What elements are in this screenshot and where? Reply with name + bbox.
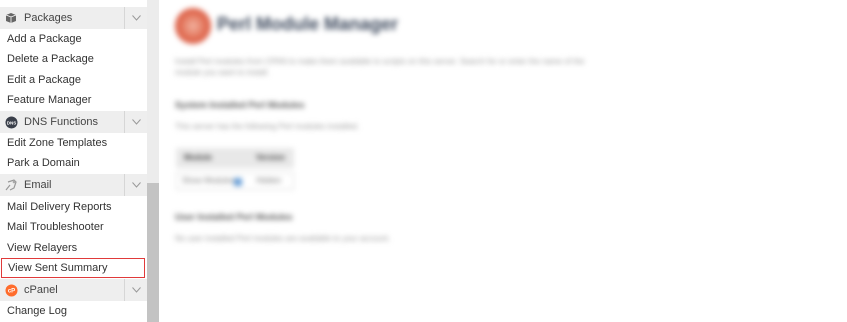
user-installed-heading: User Installed Perl Modules [175, 212, 293, 222]
user-installed-text: No user installed Perl modules are avail… [175, 234, 391, 243]
table-header-cell: Version [256, 153, 285, 162]
sidebar-item-view-sent-summary[interactable]: View Sent Summary [1, 258, 145, 278]
svg-text:cP: cP [7, 288, 14, 294]
sidebar-section-packages[interactable]: Packages [0, 7, 147, 29]
table-cell: Hidden [256, 176, 282, 185]
section-title: Email [24, 179, 52, 191]
sidebar-scrollbar-thumb[interactable] [147, 183, 159, 322]
package-icon [4, 11, 18, 25]
sidebar-section-cpanel[interactable]: cP cPanel [0, 279, 147, 301]
chevron-down-icon[interactable] [124, 7, 148, 29]
sidebar: Packages Add a Package Delete a Package … [0, 0, 147, 322]
page-title: Perl Module Manager [217, 14, 399, 34]
sidebar-item-mail-troubleshooter[interactable]: Mail Troubleshooter [0, 217, 147, 237]
section-title: cPanel [24, 284, 58, 296]
installed-text: This server has the following Perl modul… [175, 122, 360, 131]
sidebar-item-edit-a-package[interactable]: Edit a Package [0, 70, 147, 90]
sidebar-item-change-log[interactable]: Change Log [0, 301, 147, 321]
chevron-down-icon[interactable] [124, 111, 148, 133]
perl-module-logo-icon [175, 8, 211, 44]
chevron-down-icon[interactable] [124, 279, 148, 301]
table-cell[interactable]: Show Modules [182, 176, 234, 185]
svg-text:DNS: DNS [6, 120, 16, 125]
section-title: DNS Functions [24, 116, 98, 128]
email-icon [4, 178, 18, 192]
table-header-cell: Module [184, 153, 212, 162]
info-icon [234, 178, 242, 186]
sidebar-item-delete-a-package[interactable]: Delete a Package [0, 49, 147, 69]
chevron-down-icon[interactable] [124, 174, 148, 196]
sidebar-section-dns-functions[interactable]: DNS DNS Functions [0, 111, 147, 133]
dns-icon: DNS [4, 115, 18, 129]
sidebar-section-email[interactable]: Email [0, 174, 147, 196]
sidebar-item-feature-manager[interactable]: Feature Manager [0, 90, 147, 110]
sidebar-item-mail-delivery-reports[interactable]: Mail Delivery Reports [0, 197, 147, 217]
intro-text: Install Perl modules from CPAN to make t… [175, 57, 585, 77]
sidebar-item-add-a-package[interactable]: Add a Package [0, 29, 147, 49]
section-title: Packages [24, 12, 73, 24]
installed-heading: System Installed Perl Modules [175, 100, 305, 110]
cpanel-icon: cP [4, 283, 18, 297]
sidebar-item-park-a-domain[interactable]: Park a Domain [0, 153, 147, 173]
sidebar-item-view-relayers[interactable]: View Relayers [0, 238, 147, 258]
modules-table: Module Version Show Modules Hidden [176, 148, 294, 194]
sidebar-item-edit-zone-templates[interactable]: Edit Zone Templates [0, 133, 147, 153]
